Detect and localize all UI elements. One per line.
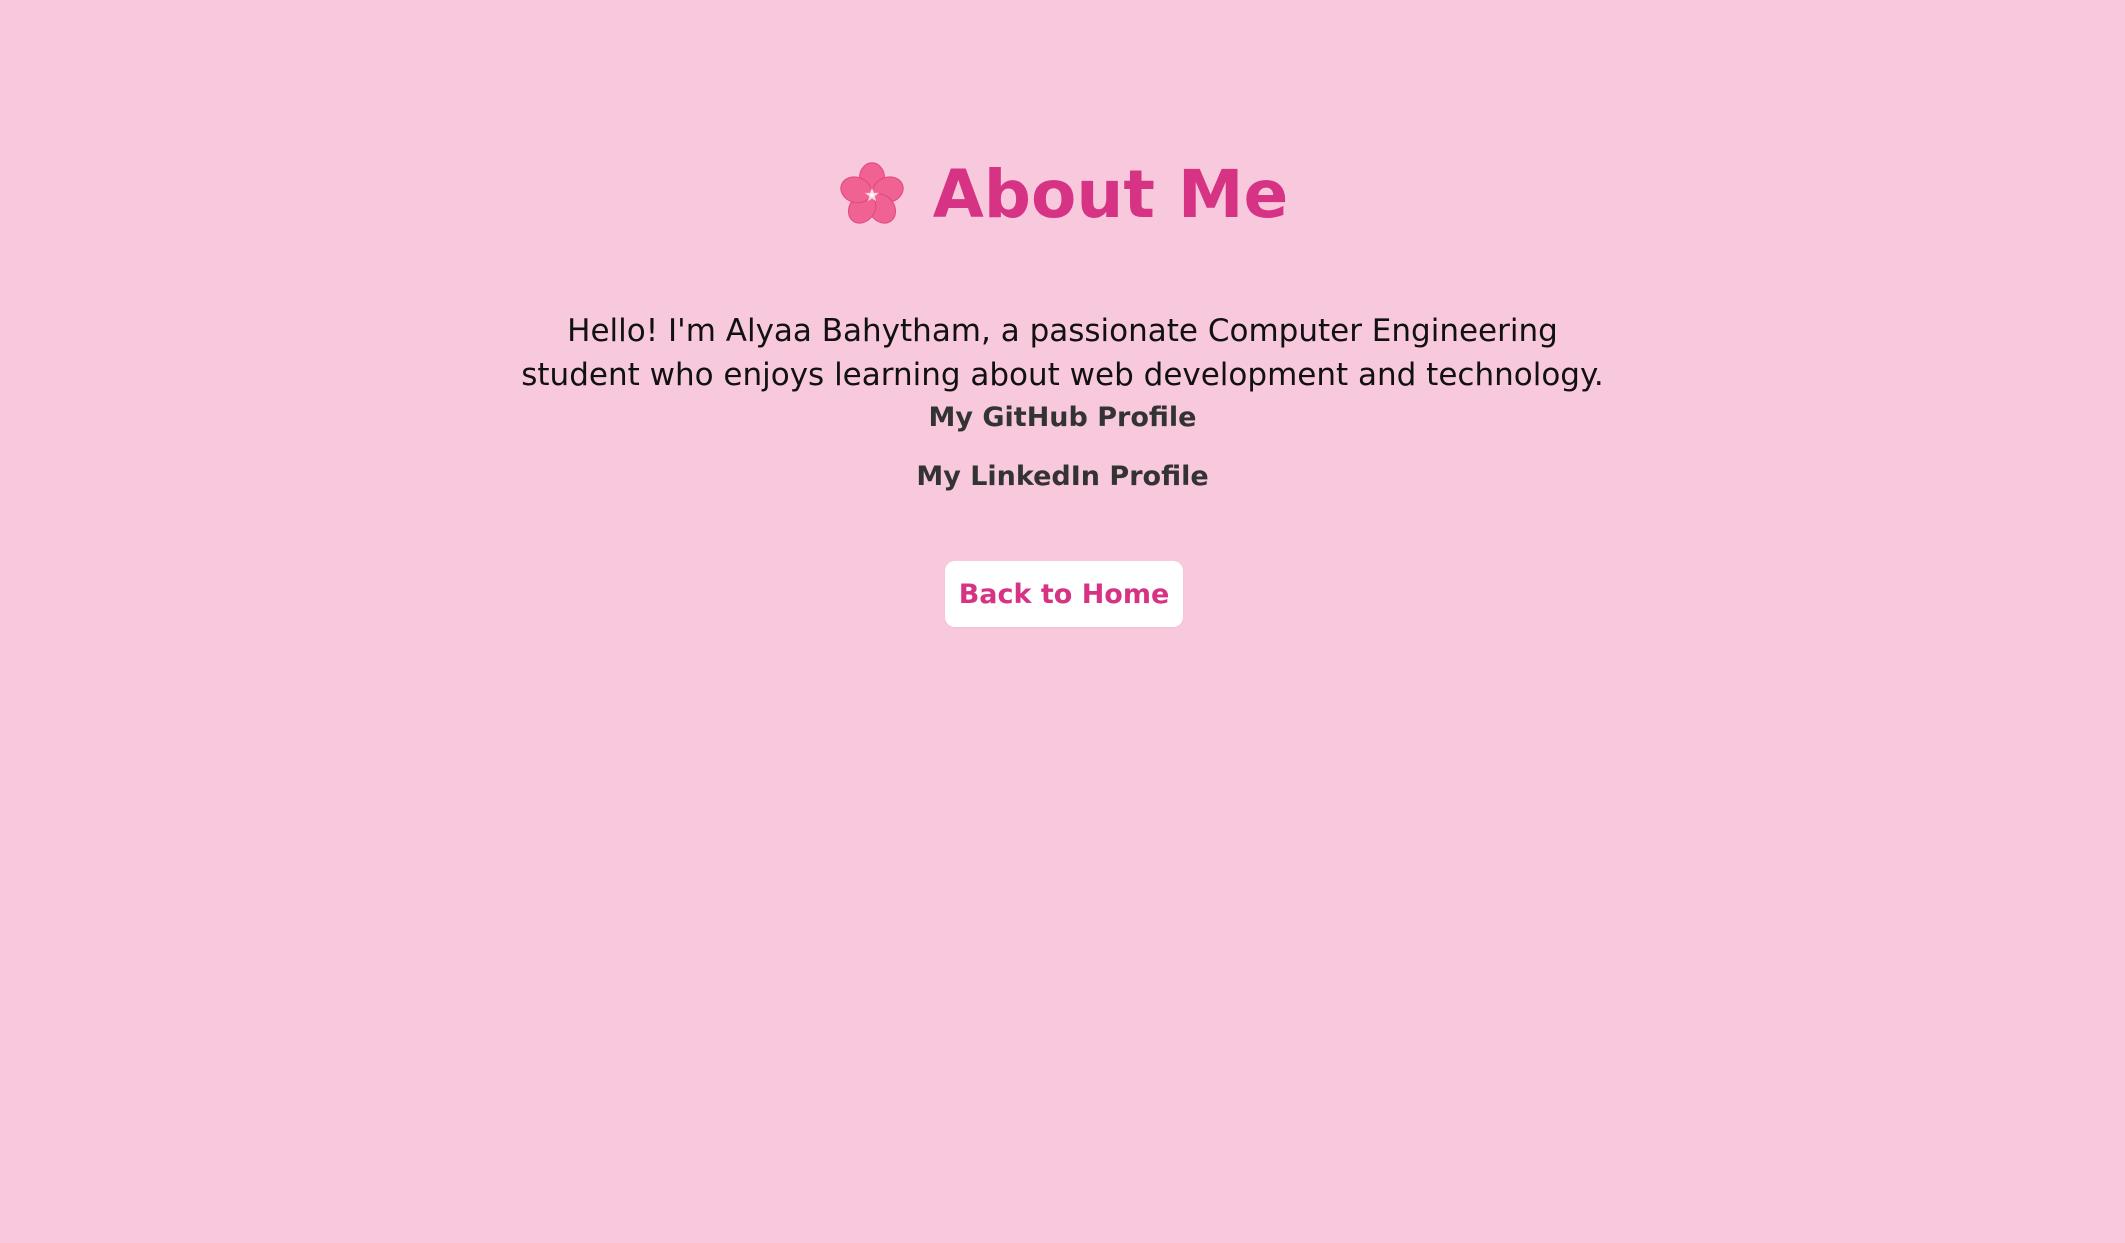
github-profile-link[interactable]: My GitHub Profile [0,398,2125,438]
intro-text: Hello! I'm Alyaa Bahytham, a passionate … [0,309,2125,397]
page-title: About Me [932,156,1289,233]
linkedin-profile-link[interactable]: My LinkedIn Profile [0,457,2125,497]
back-to-home-button[interactable]: Back to Home [945,561,1183,627]
intro-line-2: student who enjoys learning about web de… [521,357,1604,393]
page-header: About Me [0,150,2125,240]
cherry-blossom-icon [837,160,907,230]
intro-line-1: Hello! I'm Alyaa Bahytham, a passionate … [567,313,1558,349]
about-page: About Me Hello! I'm Alyaa Bahytham, a pa… [0,0,2125,1243]
